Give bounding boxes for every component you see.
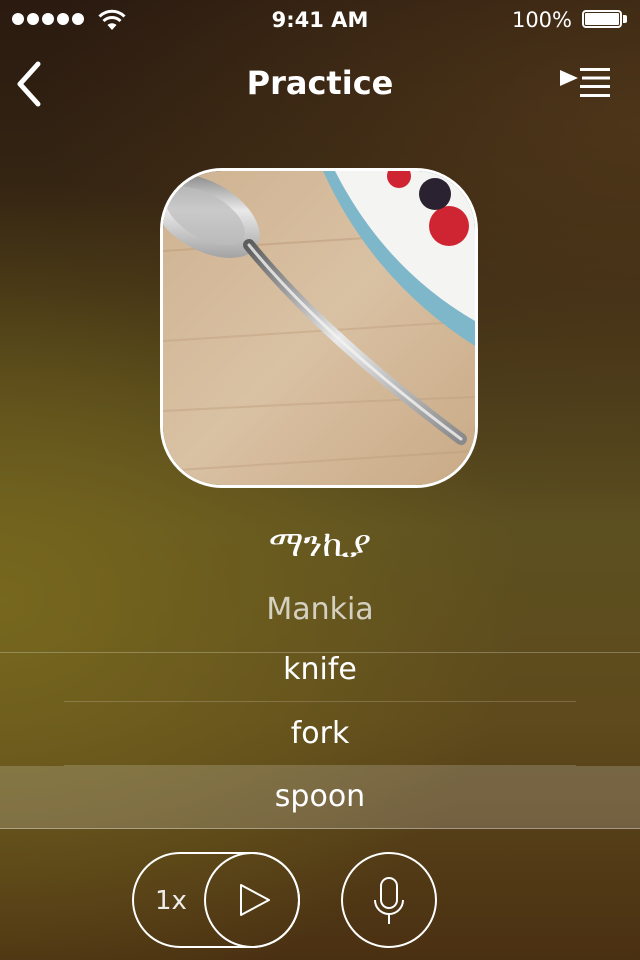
playback-speed-label: 1x: [155, 886, 187, 916]
battery-percentage: 100%: [511, 8, 572, 32]
transliteration: Mankia: [266, 592, 374, 627]
play-queue-icon: [560, 68, 610, 97]
battery-icon: [582, 10, 628, 30]
answer-option-fork[interactable]: fork: [0, 702, 640, 766]
play-button[interactable]: [204, 852, 300, 948]
microphone-icon: [374, 877, 404, 924]
native-word: ማንኪያ: [268, 524, 372, 565]
play-icon: [240, 884, 270, 916]
microphone-button[interactable]: [341, 852, 437, 948]
nav-bar: Practice: [0, 40, 640, 128]
play-queue-button[interactable]: [558, 66, 612, 100]
page-title: Practice: [246, 64, 394, 102]
answer-option-knife[interactable]: knife: [0, 638, 640, 702]
spoon-photo: [163, 171, 475, 485]
flashcard-image: [160, 168, 478, 488]
status-bar: 9:41 AM 100%: [0, 0, 640, 40]
answer-option-spoon[interactable]: spoon: [0, 766, 640, 829]
